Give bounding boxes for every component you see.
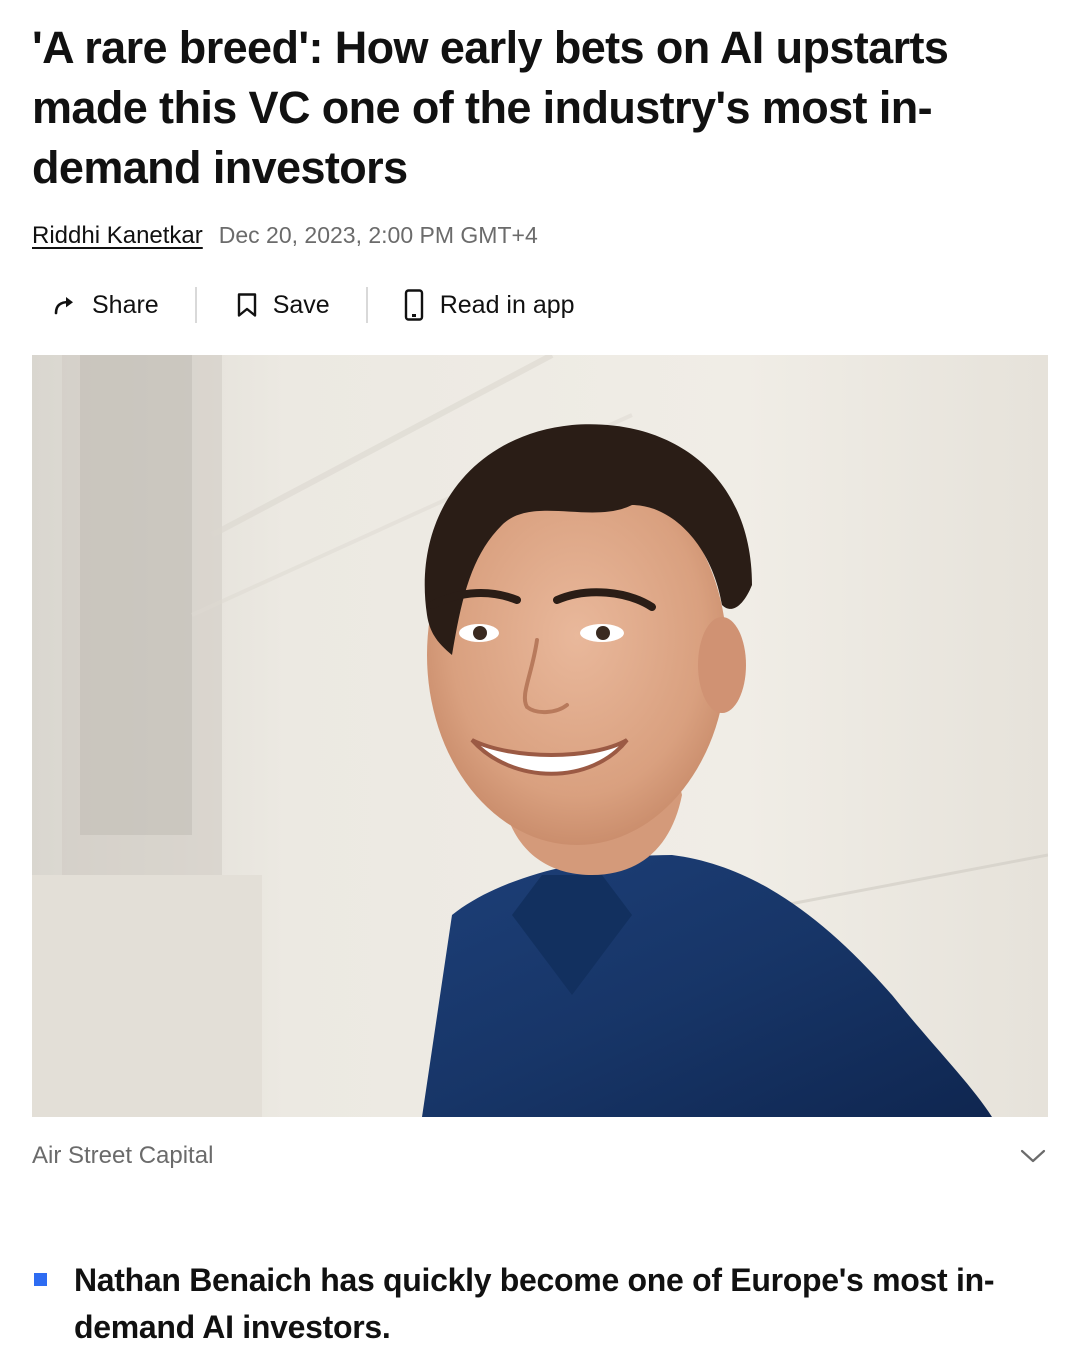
share-button[interactable]: Share [32, 287, 195, 323]
article-headline: 'A rare breed': How early bets on AI ups… [32, 22, 949, 193]
save-button[interactable]: Save [197, 287, 366, 323]
save-label: Save [272, 290, 330, 319]
phone-icon [400, 287, 428, 323]
summary-list-item: Nathan Benaich has quickly become one of… [32, 1257, 1048, 1351]
author-link[interactable]: Riddhi Kanetkar [32, 221, 203, 251]
share-arrow-icon [52, 287, 80, 323]
publish-date: Dec 20, 2023, 2:00 PM GMT+4 [218, 222, 538, 248]
portrait-photo [32, 355, 1048, 1117]
article-actions-bar: Share Save Read in app [32, 287, 1048, 323]
bookmark-icon [233, 287, 261, 323]
image-caption: Air Street Capital [32, 1142, 214, 1169]
hero-image[interactable] [32, 355, 1048, 1117]
image-caption-row: Air Street Capital [32, 1139, 1048, 1173]
summary-text: Nathan Benaich has quickly become one of… [74, 1262, 995, 1345]
read-in-app-button[interactable]: Read in app [368, 287, 575, 323]
read-in-app-label: Read in app [439, 290, 575, 319]
article: 'A rare breed': How early bets on AI ups… [32, 0, 1048, 1351]
bullet-marker [34, 1273, 47, 1286]
share-label: Share [92, 290, 159, 319]
byline: Riddhi Kanetkar Dec 20, 2023, 2:00 PM GM… [32, 220, 1048, 251]
chevron-down-icon[interactable] [1018, 1141, 1048, 1171]
